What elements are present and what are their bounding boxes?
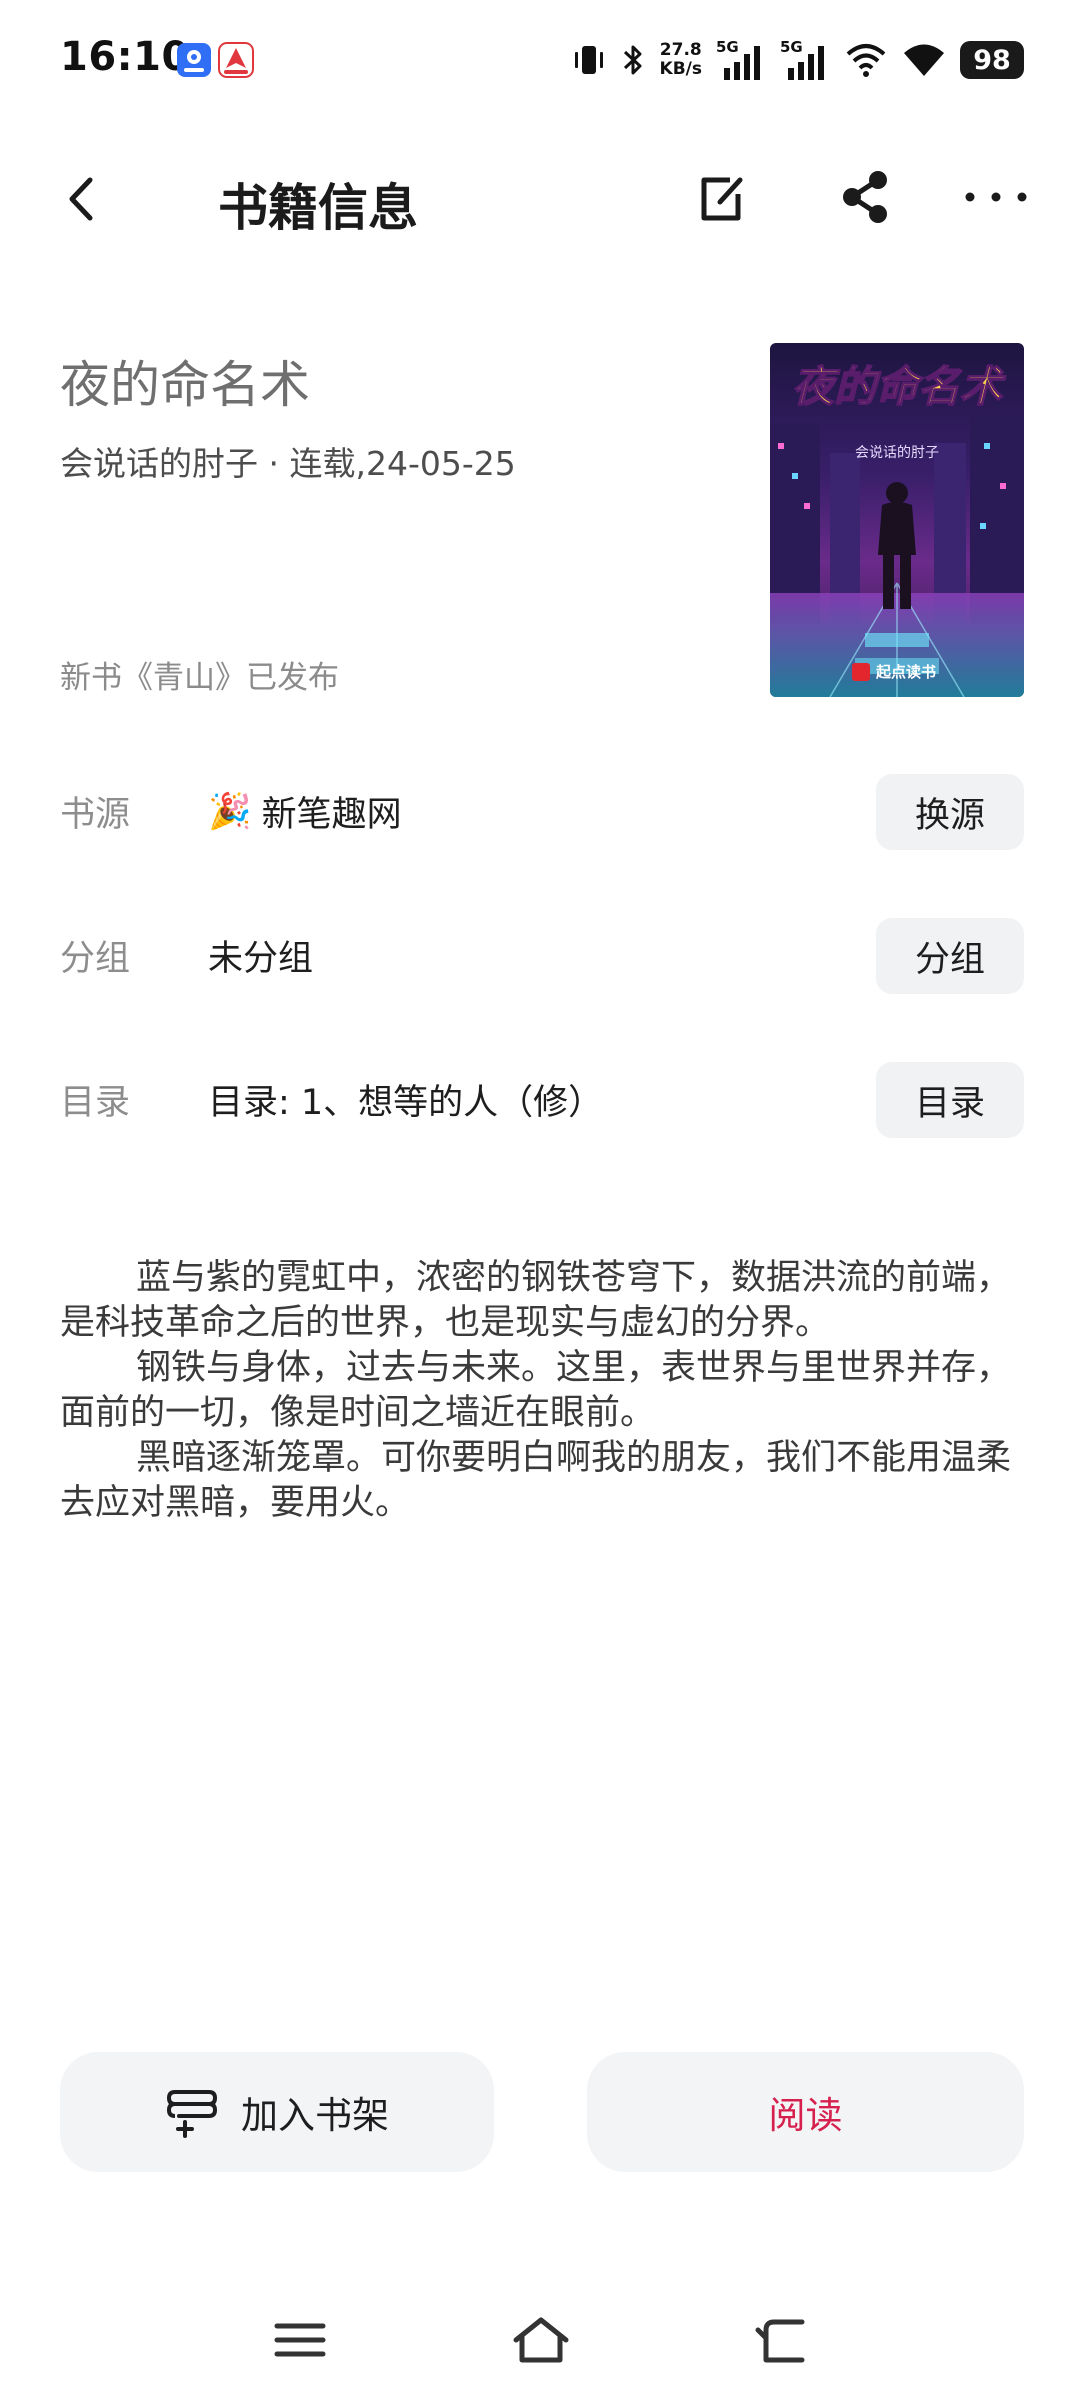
toc-label: 目录	[60, 1083, 131, 1123]
wifi-icon	[904, 44, 944, 76]
top-app-bar: 书籍信息	[0, 140, 1080, 260]
signal-sim2-label: 5G	[780, 38, 803, 56]
book-cover-art: 夜的命名术 会说话的肘子 起点读书	[770, 361, 1024, 697]
read-button[interactable]: 阅读	[587, 2052, 1024, 2172]
group-row: 分组 未分组 分组	[60, 918, 1024, 994]
source-label: 书源	[60, 795, 131, 835]
book-title: 夜的命名术	[60, 356, 310, 414]
status-indicators: 27.8 KB/s 5G 5G 98	[572, 36, 1024, 84]
book-cover[interactable]: 夜的命名术 会说话的肘子 起点读书	[770, 343, 1024, 697]
system-nav-bar	[0, 2300, 1080, 2380]
status-bar: 16:10 27.8 KB/s 5G 5G 98	[0, 0, 1080, 120]
vibrate-icon	[574, 46, 603, 74]
signal-sim1-label: 5G	[716, 38, 739, 56]
flight-app-icon	[218, 42, 254, 78]
group-label: 分组	[60, 939, 131, 979]
group-button[interactable]: 分组	[876, 918, 1024, 994]
bookshelf-add-icon	[166, 2090, 218, 2138]
edit-icon[interactable]	[686, 164, 756, 234]
cover-author-text: 会说话的肘子	[855, 445, 939, 461]
network-speed: 27.8 KB/s	[660, 41, 702, 79]
intro-paragraph: 蓝与紫的霓虹中，浓密的钢铁苍穹下，数据洪流的前端，是科技革命之后的世界，也是现实…	[60, 1258, 1012, 1343]
menu-icon[interactable]	[265, 2308, 335, 2372]
book-author-status: 会说话的肘子 · 连载,24-05-25	[60, 444, 516, 483]
signal-sim1: 5G	[716, 38, 766, 82]
page-title: 书籍信息	[218, 179, 418, 237]
map-app-icon	[177, 43, 211, 77]
change-source-button[interactable]: 换源	[876, 774, 1024, 850]
status-time: 16:10	[60, 34, 190, 80]
group-value: 未分组	[208, 939, 314, 979]
bluetooth-icon	[623, 45, 642, 75]
add-to-shelf-label: 加入书架	[241, 2094, 389, 2137]
cover-publisher-text: 起点读书	[875, 663, 936, 681]
source-value: 🎉 新笔趣网	[208, 786, 402, 837]
network-speed-unit: KB/s	[659, 59, 702, 79]
book-latest-notice: 新书《青山》已发布	[60, 660, 339, 696]
back-nav-icon[interactable]	[746, 2308, 816, 2372]
toc-row: 目录 目录: 1、想等的人（修） 目录	[60, 1062, 1024, 1138]
share-icon[interactable]	[830, 162, 900, 232]
cover-title-text: 夜的命名术	[792, 362, 1006, 411]
party-popper-icon: 🎉	[208, 792, 252, 832]
battery-level: 98	[960, 41, 1024, 79]
add-to-shelf-button[interactable]: 加入书架	[60, 2052, 494, 2172]
signal-sim2: 5G	[780, 38, 830, 82]
intro-paragraph: 黑暗逐渐笼罩。可你要明白啊我的朋友，我们不能用温柔去应对黑暗，要用火。	[60, 1438, 1012, 1523]
wifi-calling-icon	[846, 44, 886, 77]
toc-button[interactable]: 目录	[876, 1062, 1024, 1138]
intro-paragraph: 钢铁与身体，过去与未来。这里，表世界与里世界并存，面前的一切，像是时间之墙近在眼…	[60, 1348, 1012, 1433]
network-speed-value: 27.8	[659, 40, 702, 60]
book-intro: 蓝与紫的霓虹中，浓密的钢铁苍穹下，数据洪流的前端，是科技革命之后的世界，也是现实…	[60, 1256, 1024, 1526]
more-icon[interactable]	[956, 162, 1036, 232]
toc-value: 目录: 1、想等的人（修）	[208, 1083, 604, 1123]
source-row: 书源 🎉 新笔趣网 换源	[60, 774, 1024, 850]
back-arrow-icon[interactable]	[50, 164, 120, 234]
home-icon[interactable]	[506, 2308, 576, 2372]
source-name: 新笔趣网	[261, 795, 402, 835]
